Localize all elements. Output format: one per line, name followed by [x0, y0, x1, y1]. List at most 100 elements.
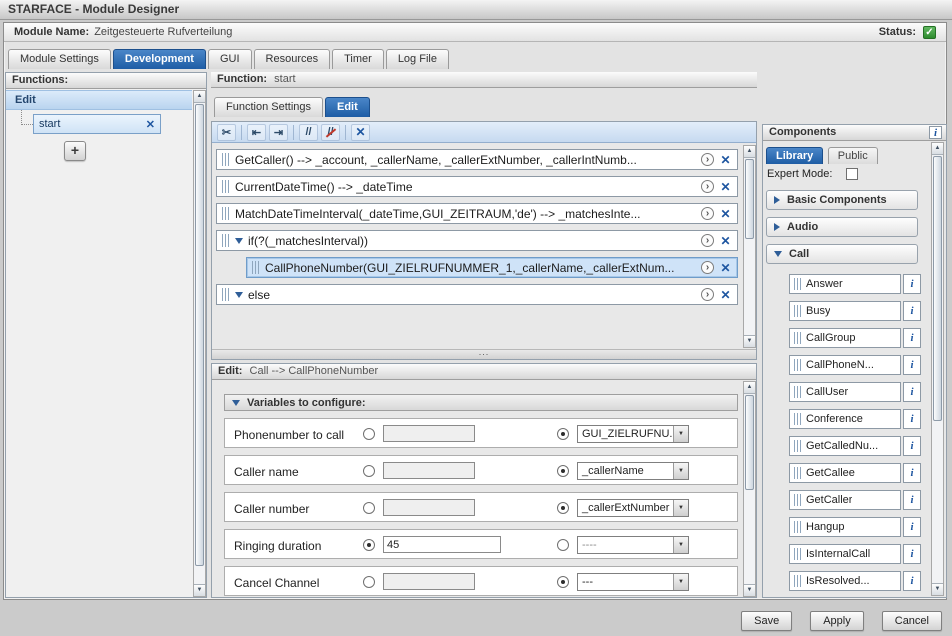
chevron-down-icon[interactable]: ▼: [673, 463, 688, 479]
chevron-down-icon[interactable]: ▼: [673, 537, 688, 553]
component-info-button[interactable]: i: [903, 571, 921, 591]
step-delete-icon[interactable]: ✕: [719, 207, 732, 221]
drag-handle-icon[interactable]: [222, 207, 230, 220]
function-step-row[interactable]: GetCaller() --> _account, _callerName, _…: [216, 149, 738, 170]
component-info-button[interactable]: i: [903, 328, 921, 348]
variable-dropdown[interactable]: ---- ▼: [577, 536, 689, 554]
cut-icon[interactable]: ✂: [217, 124, 236, 141]
drag-handle-icon[interactable]: [222, 153, 230, 166]
drag-handle-icon[interactable]: [222, 288, 230, 301]
scrollbar-track[interactable]: [744, 394, 755, 584]
tab-function-settings[interactable]: Function Settings: [214, 97, 323, 117]
tab-gui[interactable]: GUI: [208, 49, 252, 69]
accordion-call[interactable]: Call: [766, 244, 918, 264]
scroll-down-icon[interactable]: ▼: [194, 584, 205, 596]
step-details-icon[interactable]: ›: [701, 261, 714, 274]
comment-icon[interactable]: //: [299, 124, 318, 141]
component-info-button[interactable]: i: [903, 409, 921, 429]
scrollbar-thumb[interactable]: [745, 159, 754, 239]
function-step-row-if[interactable]: if(?(_matchesInterval)) › ✕: [216, 230, 738, 251]
tab-public[interactable]: Public: [828, 147, 878, 164]
add-step-button[interactable]: +: [64, 141, 86, 161]
step-delete-icon[interactable]: ✕: [719, 153, 732, 167]
accordion-audio[interactable]: Audio: [766, 217, 918, 237]
functions-scrollbar[interactable]: ▲ ▼: [193, 90, 206, 597]
component-item-busy[interactable]: Busy: [789, 301, 901, 321]
step-details-icon[interactable]: ›: [701, 234, 714, 247]
component-info-button[interactable]: i: [903, 544, 921, 564]
manual-value-radio[interactable]: [363, 502, 375, 514]
components-info-button[interactable]: i: [929, 126, 942, 139]
drag-handle-icon[interactable]: [222, 180, 230, 193]
scrollbar-track[interactable]: [194, 103, 205, 584]
tab-log-file[interactable]: Log File: [386, 49, 449, 69]
scroll-up-icon[interactable]: ▲: [744, 382, 755, 394]
scrollbar-thumb[interactable]: [195, 104, 204, 566]
step-delete-icon[interactable]: ✕: [719, 261, 732, 275]
component-info-button[interactable]: i: [903, 463, 921, 483]
component-item-callgroup[interactable]: CallGroup: [789, 328, 901, 348]
component-info-button[interactable]: i: [903, 382, 921, 402]
tab-timer[interactable]: Timer: [332, 49, 384, 69]
component-item-isinternalcall[interactable]: IsInternalCall: [789, 544, 901, 564]
delete-step-icon[interactable]: ✕: [351, 124, 370, 141]
tab-resources[interactable]: Resources: [254, 49, 331, 69]
component-info-button[interactable]: i: [903, 355, 921, 375]
chevron-down-icon[interactable]: ▼: [673, 574, 688, 590]
tab-library[interactable]: Library: [766, 147, 823, 164]
step-details-icon[interactable]: ›: [701, 180, 714, 193]
scroll-up-icon[interactable]: ▲: [194, 91, 205, 103]
scroll-up-icon[interactable]: ▲: [932, 143, 943, 155]
component-item-getcallednumber[interactable]: GetCalledNu...: [789, 436, 901, 456]
component-item-hangup[interactable]: Hangup: [789, 517, 901, 537]
component-info-button[interactable]: i: [903, 436, 921, 456]
variables-section-header[interactable]: Variables to configure:: [224, 394, 738, 411]
component-item-getcaller[interactable]: GetCaller: [789, 490, 901, 510]
components-scrollbar[interactable]: ▲ ▼: [931, 142, 944, 596]
variable-dropdown[interactable]: GUI_ZIELRUFNU... ▼: [577, 425, 689, 443]
chevron-down-icon[interactable]: [235, 292, 243, 298]
component-info-button[interactable]: i: [903, 301, 921, 321]
cancel-button[interactable]: Cancel: [882, 611, 942, 631]
manual-value-input[interactable]: [383, 499, 475, 516]
manual-value-radio[interactable]: [363, 428, 375, 440]
function-step-row[interactable]: MatchDateTimeInterval(_dateTime,GUI_ZEIT…: [216, 203, 738, 224]
step-delete-icon[interactable]: ✕: [719, 234, 732, 248]
manual-value-radio[interactable]: [363, 576, 375, 588]
expert-mode-checkbox[interactable]: [846, 168, 858, 180]
step-node-start[interactable]: start ✕: [33, 114, 161, 134]
variable-radio[interactable]: [557, 576, 569, 588]
step-delete-icon[interactable]: ✕: [719, 180, 732, 194]
accordion-basic-components[interactable]: Basic Components: [766, 190, 918, 210]
drag-handle-icon[interactable]: [252, 261, 260, 274]
component-item-answer[interactable]: Answer: [789, 274, 901, 294]
component-item-getcallee[interactable]: GetCallee: [789, 463, 901, 483]
properties-scrollbar[interactable]: ▲ ▼: [743, 381, 756, 597]
uncomment-icon[interactable]: //: [321, 124, 340, 141]
function-step-row-else[interactable]: else › ✕: [216, 284, 738, 305]
function-step-row-selected[interactable]: CallPhoneNumber(GUI_ZIELRUFNUMMER_1,_cal…: [246, 257, 738, 278]
scroll-down-icon[interactable]: ▼: [744, 335, 755, 347]
chevron-down-icon[interactable]: ▼: [673, 500, 688, 516]
component-info-button[interactable]: i: [903, 490, 921, 510]
chevron-down-icon[interactable]: [235, 238, 243, 244]
component-item-calluser[interactable]: CallUser: [789, 382, 901, 402]
steps-scrollbar[interactable]: ▲ ▼: [743, 145, 756, 348]
scroll-up-icon[interactable]: ▲: [744, 146, 755, 158]
function-list-item-edit[interactable]: Edit: [6, 90, 192, 110]
scrollbar-thumb[interactable]: [745, 395, 754, 490]
manual-value-input[interactable]: [383, 536, 501, 553]
component-info-button[interactable]: i: [903, 274, 921, 294]
manual-value-input[interactable]: [383, 573, 475, 590]
variable-dropdown[interactable]: _callerExtNumber ▼: [577, 499, 689, 517]
scrollbar-track[interactable]: [744, 158, 755, 335]
save-button[interactable]: Save: [741, 611, 792, 631]
chevron-down-icon[interactable]: ▼: [673, 426, 688, 442]
manual-value-radio[interactable]: [363, 465, 375, 477]
tab-edit[interactable]: Edit: [325, 97, 370, 117]
step-delete-icon[interactable]: ✕: [719, 288, 732, 302]
drag-handle-icon[interactable]: [222, 234, 230, 247]
variable-radio[interactable]: [557, 539, 569, 551]
variable-radio[interactable]: [557, 465, 569, 477]
indent-icon[interactable]: ⇥: [269, 124, 288, 141]
